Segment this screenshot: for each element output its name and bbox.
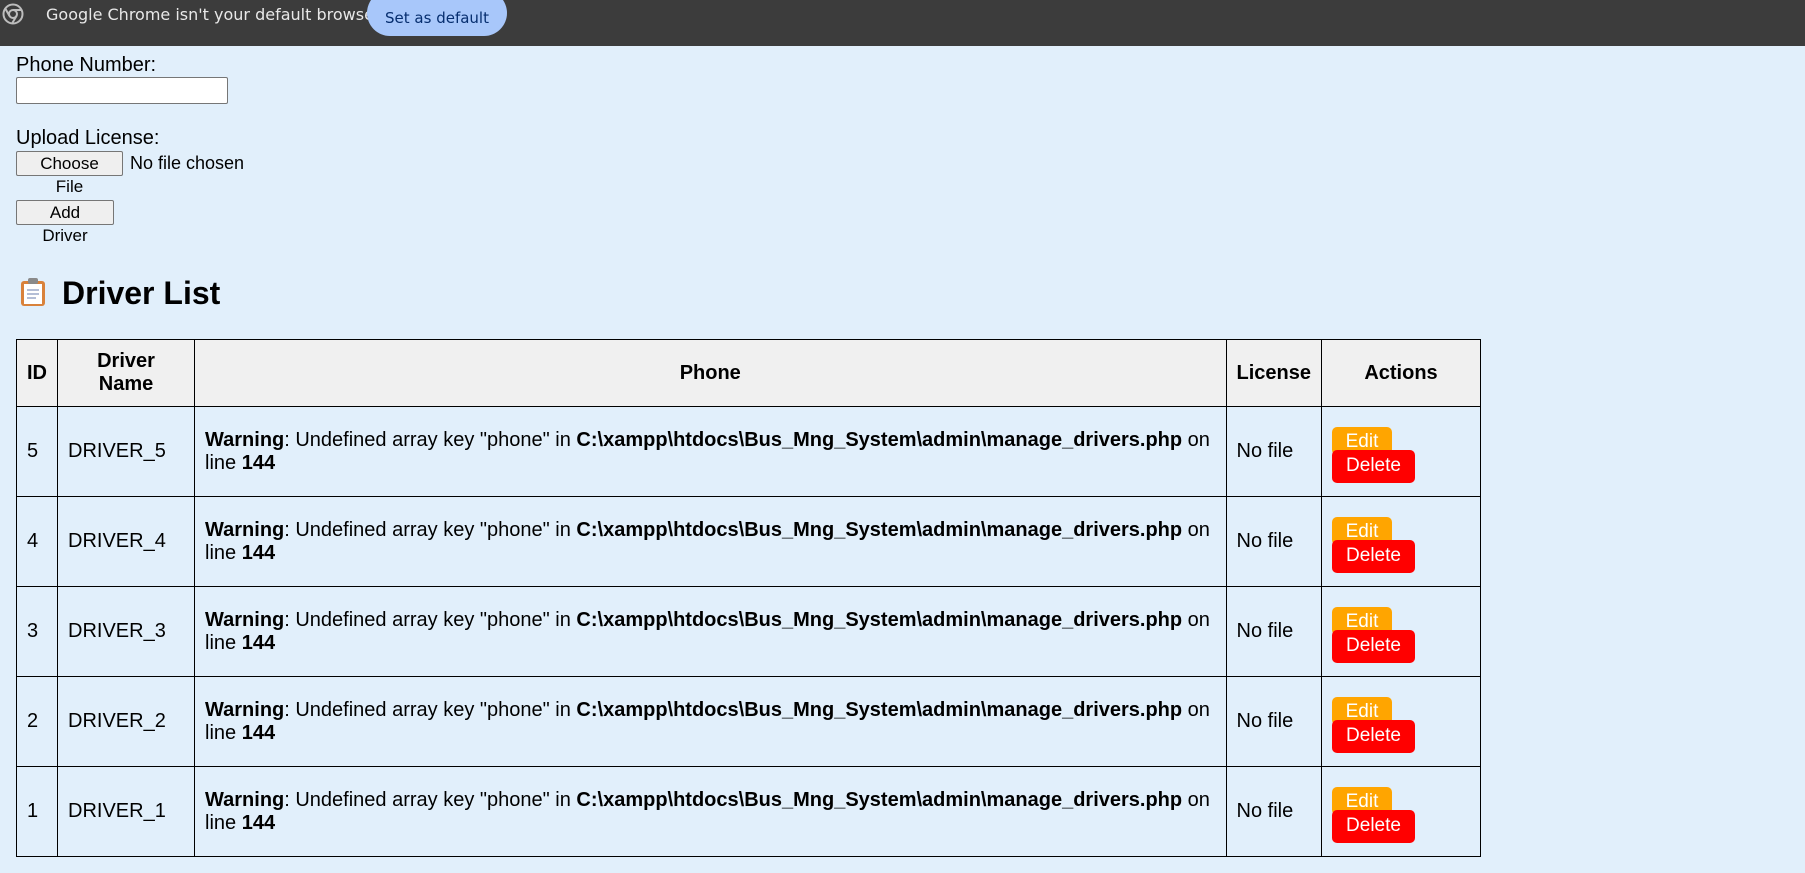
license-cell: No file xyxy=(1225,406,1323,497)
driver-name-cell: DRIVER_4 xyxy=(57,496,195,587)
driver-id-cell: 3 xyxy=(16,586,58,677)
column-header-license: License xyxy=(1225,339,1323,407)
warning-text: : Undefined array key "phone" in xyxy=(284,518,577,541)
phone-warning-cell: Warning: Undefined array key "phone" in … xyxy=(194,586,1227,677)
delete-button[interactable]: Delete xyxy=(1332,539,1415,573)
driver-list-heading: Driver List xyxy=(20,275,220,312)
table-row: 2 DRIVER_2 Warning: Undefined array key … xyxy=(16,676,1481,767)
column-header-actions: Actions xyxy=(1321,339,1481,407)
phone-number-label: Phone Number: xyxy=(16,54,157,76)
phone-warning-cell: Warning: Undefined array key "phone" in … xyxy=(194,766,1227,857)
warning-label: Warning xyxy=(205,428,285,451)
infobar-message: Google Chrome isn't your default browser xyxy=(46,5,381,24)
warning-label: Warning xyxy=(205,788,285,811)
delete-button[interactable]: Delete xyxy=(1332,719,1415,753)
driver-name-cell: DRIVER_2 xyxy=(57,676,195,767)
warning-file-path: C:\xampp\htdocs\Bus_Mng_System\admin\man… xyxy=(576,518,1183,541)
no-file-chosen-text: No file chosen xyxy=(130,153,245,173)
actions-cell: Edit Delete xyxy=(1321,406,1481,497)
warning-line-number: 144 xyxy=(241,541,276,564)
driver-id-cell: 5 xyxy=(16,406,58,497)
warning-label: Warning xyxy=(205,608,285,631)
license-cell: No file xyxy=(1225,496,1323,587)
delete-button[interactable]: Delete xyxy=(1332,809,1415,843)
table-row: 5 DRIVER_5 Warning: Undefined array key … xyxy=(16,406,1481,497)
table-header-row: ID Driver Name Phone License Actions xyxy=(16,339,1481,407)
license-cell: No file xyxy=(1225,766,1323,857)
actions-cell: Edit Delete xyxy=(1321,496,1481,587)
phone-number-input[interactable] xyxy=(16,77,228,104)
driver-id-cell: 2 xyxy=(16,676,58,767)
warning-line-number: 144 xyxy=(241,721,276,744)
phone-warning-cell: Warning: Undefined array key "phone" in … xyxy=(194,676,1227,767)
actions-cell: Edit Delete xyxy=(1321,766,1481,857)
driver-name-cell: DRIVER_3 xyxy=(57,586,195,677)
warning-text: : Undefined array key "phone" in xyxy=(284,698,577,721)
phone-warning-cell: Warning: Undefined array key "phone" in … xyxy=(194,496,1227,587)
actions-cell: Edit Delete xyxy=(1321,676,1481,767)
warning-text: : Undefined array key "phone" in xyxy=(284,608,577,631)
set-as-default-button[interactable]: Set as default xyxy=(367,0,507,36)
choose-file-button[interactable]: Choose File xyxy=(16,151,123,196)
driver-name-cell: DRIVER_5 xyxy=(57,406,195,497)
license-cell: No file xyxy=(1225,676,1323,767)
table-row: 3 DRIVER_3 Warning: Undefined array key … xyxy=(16,586,1481,677)
license-cell: No file xyxy=(1225,586,1323,677)
warning-text: : Undefined array key "phone" in xyxy=(284,788,577,811)
driver-name-cell: DRIVER_1 xyxy=(57,766,195,857)
clipboard-icon xyxy=(20,277,46,307)
upload-license-label: Upload License: xyxy=(16,127,160,149)
driver-id-cell: 4 xyxy=(16,496,58,587)
table-row: 4 DRIVER_4 Warning: Undefined array key … xyxy=(16,496,1481,587)
warning-line-number: 144 xyxy=(241,811,276,834)
chrome-logo-icon xyxy=(2,3,24,25)
delete-button[interactable]: Delete xyxy=(1332,449,1415,483)
warning-label: Warning xyxy=(205,518,285,541)
warning-line-number: 144 xyxy=(241,451,276,474)
driver-id-cell: 1 xyxy=(16,766,58,857)
warning-text: : Undefined array key "phone" in xyxy=(284,428,577,451)
warning-label: Warning xyxy=(205,698,285,721)
column-header-id: ID xyxy=(16,339,58,407)
column-header-phone: Phone xyxy=(194,339,1227,407)
warning-line-number: 144 xyxy=(241,631,276,654)
actions-cell: Edit Delete xyxy=(1321,586,1481,677)
column-header-driver-name: Driver Name xyxy=(57,339,195,407)
delete-button[interactable]: Delete xyxy=(1332,629,1415,663)
warning-file-path: C:\xampp\htdocs\Bus_Mng_System\admin\man… xyxy=(576,428,1183,451)
driver-table: ID Driver Name Phone License Actions 5 D… xyxy=(16,339,1481,857)
warning-file-path: C:\xampp\htdocs\Bus_Mng_System\admin\man… xyxy=(576,698,1183,721)
phone-warning-cell: Warning: Undefined array key "phone" in … xyxy=(194,406,1227,497)
warning-file-path: C:\xampp\htdocs\Bus_Mng_System\admin\man… xyxy=(576,788,1183,811)
warning-file-path: C:\xampp\htdocs\Bus_Mng_System\admin\man… xyxy=(576,608,1183,631)
driver-list-title: Driver List xyxy=(62,275,221,311)
add-driver-button[interactable]: Add Driver xyxy=(16,200,114,245)
table-row: 1 DRIVER_1 Warning: Undefined array key … xyxy=(16,766,1481,857)
default-browser-infobar: Google Chrome isn't your default browser… xyxy=(0,0,1805,46)
